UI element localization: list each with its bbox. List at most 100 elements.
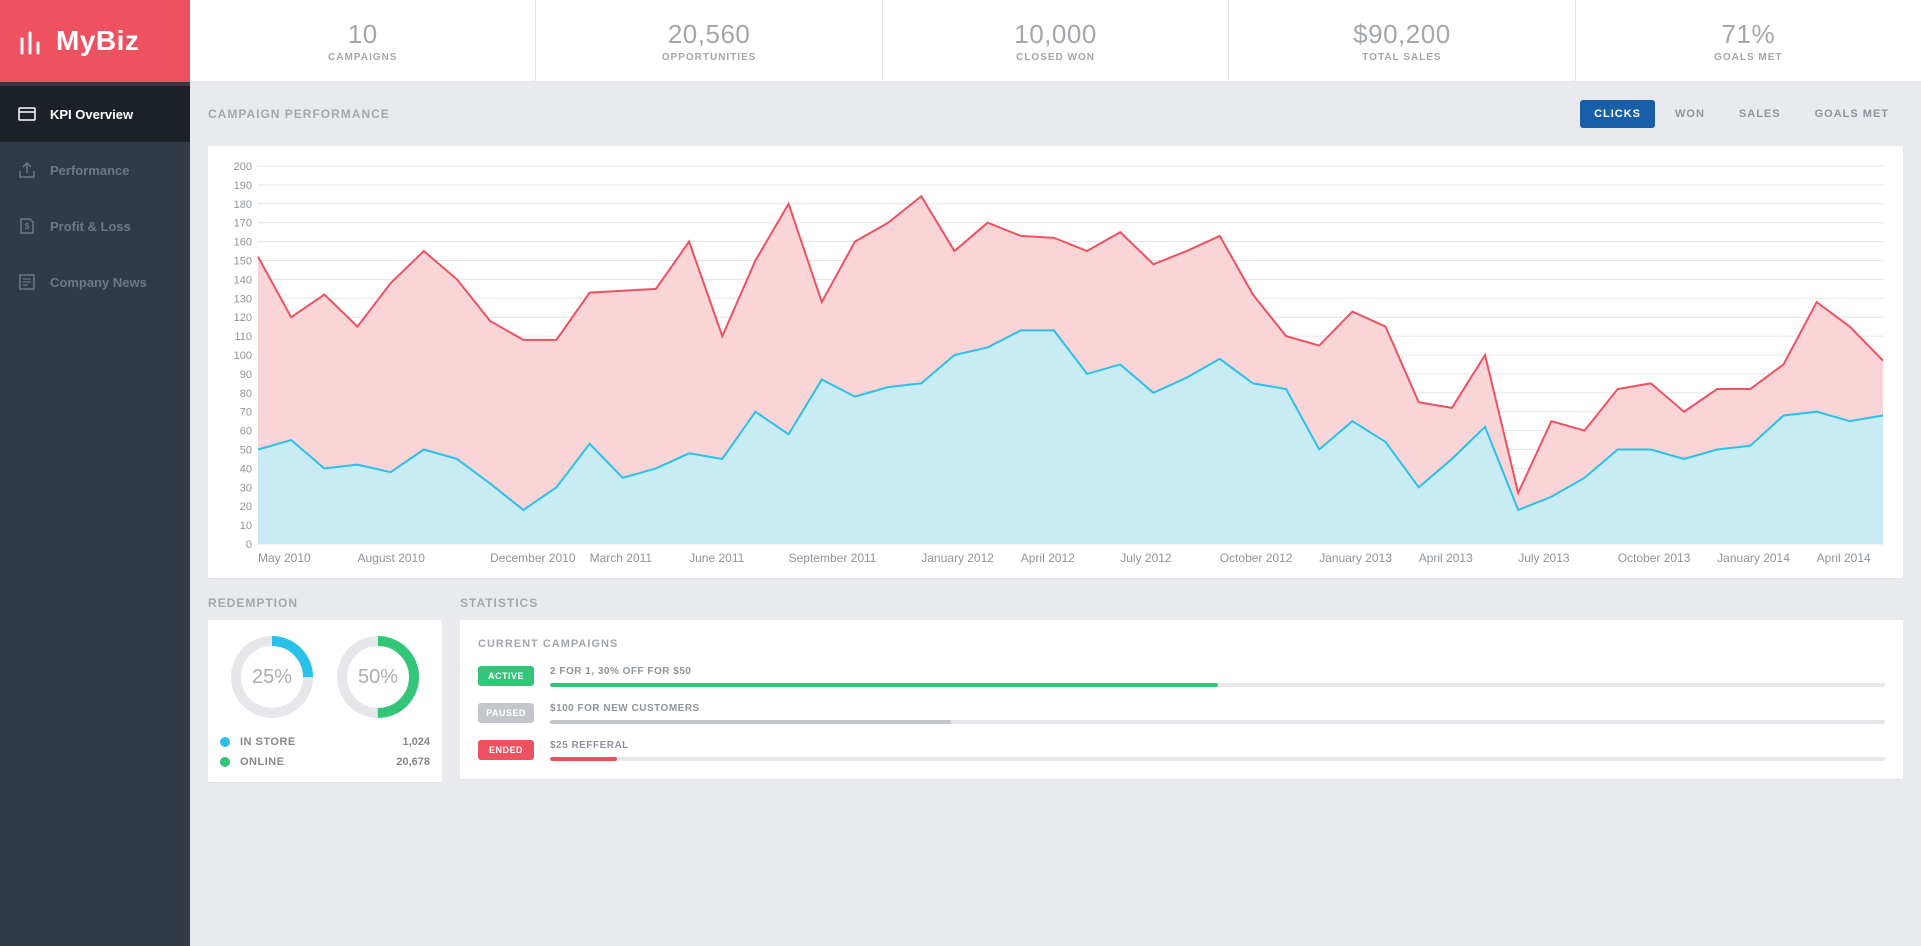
- status-badge: ACTIVE: [478, 666, 534, 686]
- progress-fill: [550, 720, 951, 724]
- legend-value: 20,678: [396, 756, 430, 768]
- svg-text:100: 100: [234, 350, 252, 362]
- svg-text:July 2013: July 2013: [1518, 551, 1570, 565]
- svg-text:160: 160: [234, 237, 252, 249]
- svg-text:July 2012: July 2012: [1120, 551, 1172, 565]
- bars-logo-icon: [18, 27, 44, 55]
- redemption-card: 25%50% IN STORE 1,024 ONLINE 20,678: [208, 620, 442, 782]
- nav-icon: [18, 105, 36, 123]
- tab-sales[interactable]: SALES: [1725, 100, 1795, 128]
- status-badge: PAUSED: [478, 703, 534, 723]
- svg-text:40: 40: [240, 463, 252, 475]
- campaign-name: $25 REFFERAL: [550, 740, 1885, 751]
- kpi-closed-won: 10,000CLOSED WON: [882, 0, 1228, 81]
- kpi-value: $90,200: [1353, 19, 1450, 50]
- legend-dot-icon: [220, 737, 230, 747]
- brand-name: MyBiz: [56, 25, 139, 57]
- svg-text:50: 50: [240, 445, 252, 457]
- progress-track: [550, 720, 1885, 724]
- svg-text:140: 140: [234, 274, 252, 286]
- svg-text:October 2012: October 2012: [1220, 551, 1293, 565]
- progress-track: [550, 683, 1885, 687]
- statistics-title: STATISTICS: [460, 596, 1903, 610]
- sidebar-item-kpi-overview[interactable]: KPI Overview: [0, 86, 190, 142]
- svg-text:150: 150: [234, 256, 252, 268]
- redemption-donut: 25%: [229, 634, 315, 720]
- svg-text:190: 190: [234, 180, 252, 192]
- campaign-name: $100 FOR NEW CUSTOMERS: [550, 703, 1885, 714]
- svg-text:180: 180: [234, 199, 252, 211]
- nav-icon: [18, 273, 36, 291]
- sidebar-nav: KPI Overview Performance $ Profit & Loss Com…: [0, 82, 190, 310]
- svg-text:January 2014: January 2014: [1717, 551, 1790, 565]
- svg-text:March 2011: March 2011: [590, 551, 653, 565]
- svg-text:May 2010: May 2010: [258, 551, 311, 565]
- sidebar-item-label: Performance: [50, 163, 129, 178]
- sidebar: MyBiz KPI Overview Performance $ Profit & L…: [0, 0, 190, 946]
- svg-text:April 2014: April 2014: [1817, 551, 1871, 565]
- statistics-subtitle: CURRENT CAMPAIGNS: [478, 638, 1885, 650]
- nav-icon: $: [18, 217, 36, 235]
- kpi-value: 71%: [1722, 19, 1776, 50]
- svg-text:170: 170: [234, 218, 252, 230]
- svg-text:April 2013: April 2013: [1419, 551, 1473, 565]
- svg-text:130: 130: [234, 293, 252, 305]
- nav-icon: [18, 161, 36, 179]
- kpi-goals-met: 71% GOALS MET: [1575, 0, 1921, 81]
- legend-value: 1,024: [402, 736, 430, 748]
- sidebar-item-profit-loss[interactable]: $ Profit & Loss: [0, 198, 190, 254]
- tab-clicks[interactable]: CLICKS: [1580, 100, 1655, 128]
- svg-text:90: 90: [240, 369, 252, 381]
- svg-text:120: 120: [234, 312, 252, 324]
- svg-text:December 2010: December 2010: [490, 551, 576, 565]
- campaign-performance-header: CAMPAIGN PERFORMANCE CLICKSWONSALESGOALS…: [208, 100, 1903, 128]
- kpi-label: CLOSED WON: [1016, 52, 1095, 63]
- sidebar-item-performance[interactable]: Performance: [0, 142, 190, 198]
- sidebar-item-label: KPI Overview: [50, 107, 133, 122]
- svg-text:October 2013: October 2013: [1618, 551, 1691, 565]
- tab-won[interactable]: WON: [1661, 100, 1719, 128]
- tab-goals-met[interactable]: GOALS MET: [1801, 100, 1903, 128]
- campaign-row: PAUSED $100 FOR NEW CUSTOMERS: [478, 703, 1885, 724]
- svg-text:April 2012: April 2012: [1021, 551, 1075, 565]
- svg-text:200: 200: [234, 161, 252, 173]
- svg-text:10: 10: [240, 520, 252, 532]
- campaign-performance-card: 0102030405060708090100110120130140150160…: [208, 146, 1903, 578]
- svg-text:0: 0: [246, 539, 252, 551]
- campaign-performance-tabs: CLICKSWONSALESGOALS MET: [1580, 100, 1903, 128]
- kpi-value: 10: [348, 19, 378, 50]
- statistics-campaigns: ACTIVE 2 FOR 1, 30% OFF FOR $50 PAUSED $100…: [478, 666, 1885, 761]
- sidebar-item-label: Company News: [50, 275, 147, 290]
- campaign-performance-chart: 0102030405060708090100110120130140150160…: [218, 160, 1893, 570]
- campaign-name: 2 FOR 1, 30% OFF FOR $50: [550, 666, 1885, 677]
- kpi-bar: 10CAMPAIGNS20,560OPPORTUNITIES10,000CLOS…: [190, 0, 1921, 82]
- kpi-total-sales: $90,200TOTAL SALES: [1228, 0, 1574, 81]
- kpi-label: GOALS MET: [1714, 52, 1782, 63]
- campaign-row: ACTIVE 2 FOR 1, 30% OFF FOR $50: [478, 666, 1885, 687]
- redemption-title: REDEMPTION: [208, 596, 442, 610]
- sidebar-item-company-news[interactable]: Company News: [0, 254, 190, 310]
- legend-row: IN STORE 1,024: [220, 736, 430, 748]
- donut-value: 50%: [335, 634, 421, 720]
- svg-text:20: 20: [240, 501, 252, 513]
- svg-text:60: 60: [240, 426, 252, 438]
- kpi-campaigns: 10CAMPAIGNS: [190, 0, 535, 81]
- legend-label: IN STORE: [240, 736, 296, 748]
- sidebar-item-label: Profit & Loss: [50, 219, 131, 234]
- campaign-performance-title: CAMPAIGN PERFORMANCE: [208, 107, 390, 121]
- progress-fill: [550, 683, 1218, 687]
- legend-label: ONLINE: [240, 756, 285, 768]
- redemption-legend: IN STORE 1,024 ONLINE 20,678: [220, 736, 430, 768]
- svg-text:January 2013: January 2013: [1319, 551, 1392, 565]
- svg-text:110: 110: [234, 331, 252, 343]
- kpi-label: OPPORTUNITIES: [662, 52, 757, 63]
- svg-text:80: 80: [240, 388, 252, 400]
- redemption-donuts: 25%50%: [220, 634, 430, 720]
- campaign-row: ENDED $25 REFFERAL: [478, 740, 1885, 761]
- status-badge: ENDED: [478, 740, 534, 760]
- progress-fill: [550, 757, 617, 761]
- svg-text:30: 30: [240, 482, 252, 494]
- brand: MyBiz: [0, 0, 190, 82]
- main: 10CAMPAIGNS20,560OPPORTUNITIES10,000CLOS…: [190, 0, 1921, 946]
- svg-text:$: $: [25, 222, 30, 231]
